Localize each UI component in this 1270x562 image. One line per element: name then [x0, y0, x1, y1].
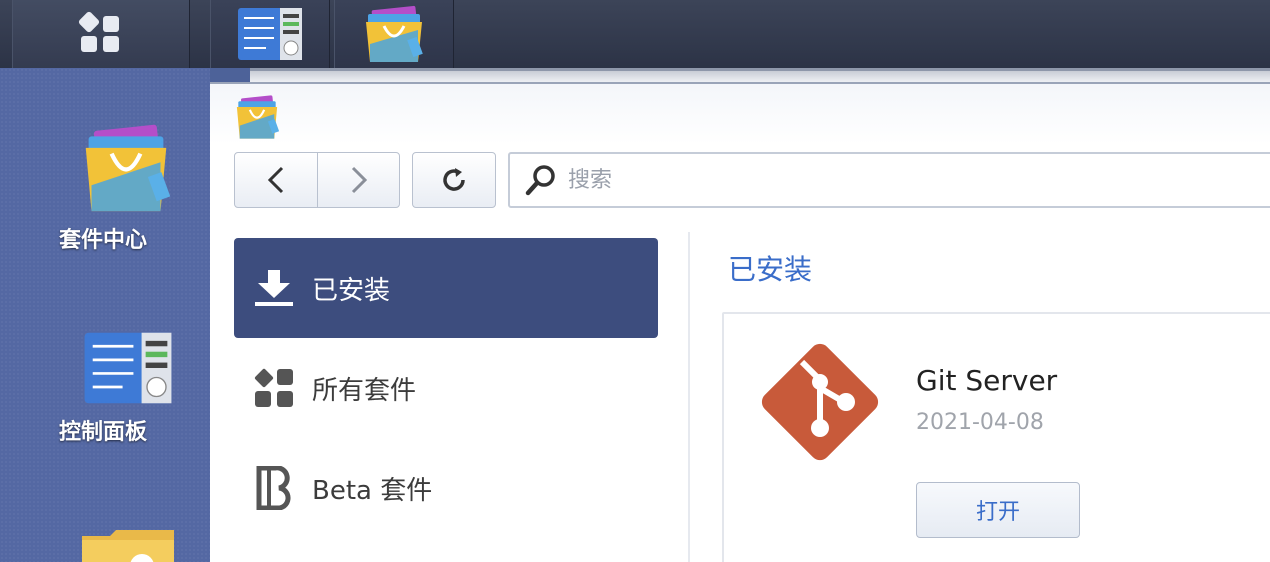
- search-box: [508, 152, 1270, 208]
- refresh-button[interactable]: [412, 152, 496, 208]
- sidebar-divider: [688, 232, 690, 562]
- main-menu-button[interactable]: [12, 0, 190, 68]
- chevron-left-icon: [267, 166, 284, 194]
- git-icon: [761, 343, 879, 461]
- control-panel-icon: [84, 332, 172, 404]
- sidebar-item-beta-packages[interactable]: Beta 套件: [234, 438, 658, 538]
- grid-menu-icon: [78, 11, 119, 52]
- search-input[interactable]: [568, 167, 1168, 193]
- window-header: [210, 84, 1270, 144]
- package-center-icon: [366, 5, 423, 62]
- desktop-icon-label: 套件中心: [58, 228, 147, 253]
- sidebar-item-installed[interactable]: 已安装: [234, 238, 658, 338]
- package-center-icon: [236, 95, 280, 139]
- sidebar-item-label: 已安装: [312, 275, 391, 306]
- folder-icon: [82, 530, 174, 562]
- search-icon: [525, 165, 555, 196]
- desktop-folder[interactable]: [40, 526, 210, 562]
- history-nav: [234, 152, 400, 208]
- beta-icon: [236, 466, 312, 510]
- control-panel-icon: [238, 8, 302, 60]
- open-button[interactable]: 打开: [916, 482, 1080, 538]
- sidebar-item-label: Beta 套件: [312, 475, 433, 506]
- forward-button[interactable]: [317, 153, 399, 207]
- grid-icon: [236, 367, 312, 409]
- sidebar-item-all-packages[interactable]: 所有套件: [234, 338, 658, 438]
- desktop-control-panel[interactable]: 控制面板: [40, 330, 210, 446]
- taskbar-control-panel[interactable]: [210, 0, 330, 68]
- desktop-icon-label: 控制面板: [58, 420, 147, 445]
- section-title: 已安装: [728, 253, 813, 286]
- taskbar: [0, 0, 1270, 68]
- package-date: 2021-04-08: [916, 410, 1044, 435]
- refresh-icon: [443, 168, 465, 191]
- sidebar-item-label: 所有套件: [312, 375, 417, 406]
- download-icon: [236, 268, 312, 308]
- taskbar-package-center[interactable]: [334, 0, 454, 68]
- package-name: Git Server: [916, 364, 1058, 397]
- chevron-right-icon: [351, 166, 367, 194]
- package-center-window: 已安装 所有套件 Beta 套件 已安装: [210, 82, 1270, 562]
- back-button[interactable]: [235, 153, 317, 207]
- desktop: 套件中心 控制面板: [0, 68, 210, 562]
- package-center-icon: [85, 124, 171, 212]
- window-titlebar[interactable]: [250, 68, 1270, 82]
- package-card[interactable]: Git Server 2021-04-08 打开: [722, 312, 1270, 562]
- desktop-package-center[interactable]: 套件中心: [40, 122, 210, 254]
